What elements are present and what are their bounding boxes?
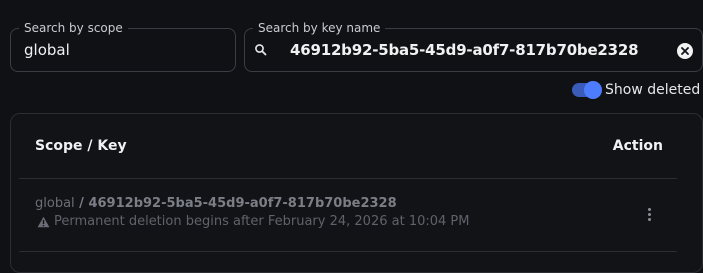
- show-deleted-control: Show deleted: [572, 81, 701, 99]
- deletion-notice: Permanent deletion begins after February…: [37, 214, 469, 229]
- row-separator: /: [74, 196, 89, 211]
- clear-search-button[interactable]: [677, 43, 693, 59]
- search-icon: [255, 44, 267, 56]
- scope-search-field[interactable]: Search by scope global: [10, 21, 236, 72]
- toggle-knob: [584, 81, 602, 99]
- row-actions-button[interactable]: [641, 204, 657, 224]
- more-vertical-icon: [647, 207, 651, 211]
- column-header-scope-key: Scope / Key: [35, 138, 127, 154]
- more-vertical-icon-dot: [647, 212, 651, 216]
- table-row: global / 46912b92-5ba5-45d9-a0f7-817b70b…: [19, 179, 677, 252]
- deletion-notice-text: Permanent deletion begins after February…: [54, 214, 470, 229]
- warning-icon: [37, 216, 50, 227]
- more-vertical-icon-dot: [647, 217, 651, 221]
- row-key: 46912b92-5ba5-45d9-a0f7-817b70be2328: [88, 196, 397, 211]
- table-header-row: Scope / Key Action: [19, 114, 677, 179]
- key-search-input[interactable]: 46912b92-5ba5-45d9-a0f7-817b70be2328: [290, 29, 639, 71]
- row-scope: global: [35, 196, 75, 211]
- keys-table: Scope / Key Action global / 46912b92-5ba…: [10, 113, 703, 273]
- clear-icon: [681, 47, 689, 55]
- show-deleted-toggle[interactable]: [572, 81, 602, 99]
- scope-search-input[interactable]: global: [24, 29, 70, 71]
- column-header-action: Action: [612, 138, 663, 154]
- row-scope-key: global / 46912b92-5ba5-45d9-a0f7-817b70b…: [35, 196, 397, 211]
- show-deleted-label: Show deleted: [605, 82, 701, 98]
- key-search-field[interactable]: Search by key name 46912b92-5ba5-45d9-a0…: [244, 21, 703, 72]
